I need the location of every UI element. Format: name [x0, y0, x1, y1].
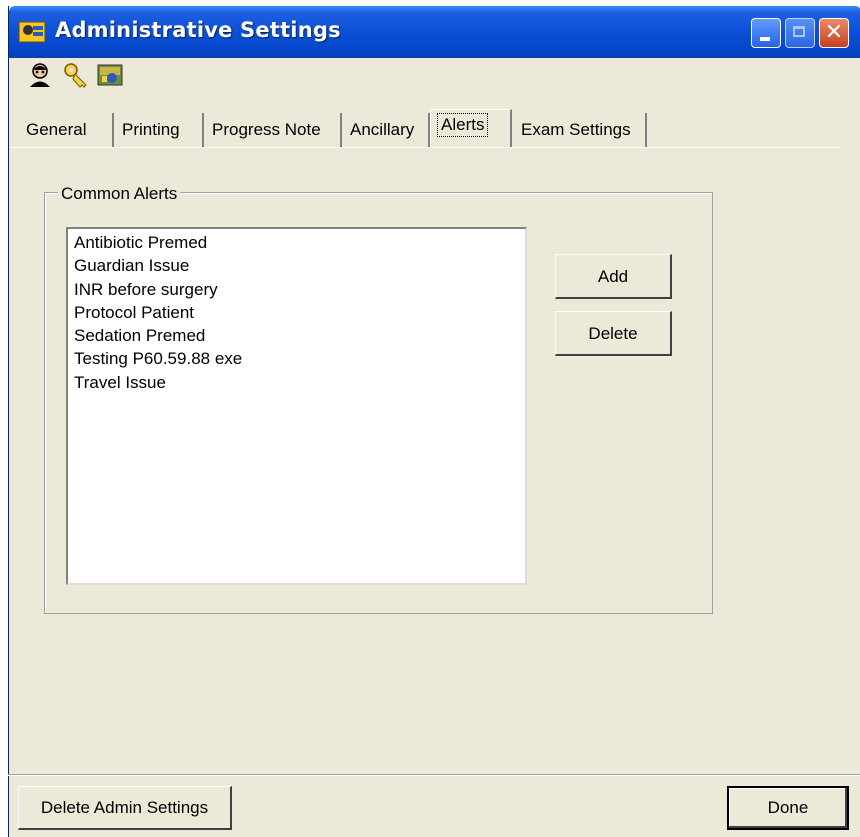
title-bar[interactable]: Administrative Settings ✕ — [9, 6, 860, 58]
list-item[interactable]: Antibiotic Premed — [74, 231, 519, 254]
tab-label: Exam Settings — [521, 120, 631, 139]
close-icon: ✕ — [824, 20, 844, 45]
app-icon — [18, 21, 46, 43]
tab-strip: General Printing Progress Note Ancillary… — [10, 109, 840, 148]
delete-admin-settings-button[interactable]: Delete Admin Settings — [18, 786, 232, 830]
list-item[interactable]: Testing P60.59.88 exe — [74, 347, 519, 370]
close-button[interactable]: ✕ — [819, 18, 849, 48]
list-item[interactable]: INR before surgery — [74, 278, 519, 301]
minimize-button[interactable] — [751, 18, 781, 48]
common-alerts-label: Common Alerts — [58, 184, 181, 204]
image-settings-icon[interactable] — [96, 62, 124, 88]
footer-divider — [8, 774, 860, 776]
tab-printing[interactable]: Printing — [116, 113, 204, 147]
tab-progress-note[interactable]: Progress Note — [206, 113, 342, 147]
tab-label: Printing — [122, 120, 180, 139]
list-item[interactable]: Sedation Premed — [74, 324, 519, 347]
list-item[interactable]: Protocol Patient — [74, 301, 519, 324]
tab-exam-settings[interactable]: Exam Settings — [515, 113, 647, 147]
tab-label: General — [26, 120, 87, 139]
tab-alerts[interactable]: Alerts — [430, 109, 512, 147]
tab-label: Alerts — [437, 113, 489, 137]
add-button[interactable]: Add — [555, 254, 672, 299]
tab-label: Progress Note — [212, 120, 321, 139]
list-item[interactable]: Travel Issue — [74, 371, 519, 394]
maximize-button[interactable] — [785, 18, 815, 48]
done-button[interactable]: Done — [727, 786, 849, 830]
tab-ancillary[interactable]: Ancillary — [344, 113, 430, 147]
window-title: Administrative Settings — [55, 18, 341, 42]
tab-label: Ancillary — [350, 120, 415, 139]
toolbar — [0, 56, 852, 92]
tab-general[interactable]: General — [20, 113, 114, 147]
key-icon[interactable] — [62, 62, 90, 88]
delete-button[interactable]: Delete — [555, 311, 672, 356]
admin-user-icon[interactable] — [26, 62, 54, 88]
list-item[interactable]: Guardian Issue — [74, 254, 519, 277]
alerts-listbox[interactable]: Antibiotic Premed Guardian Issue INR bef… — [66, 227, 527, 585]
